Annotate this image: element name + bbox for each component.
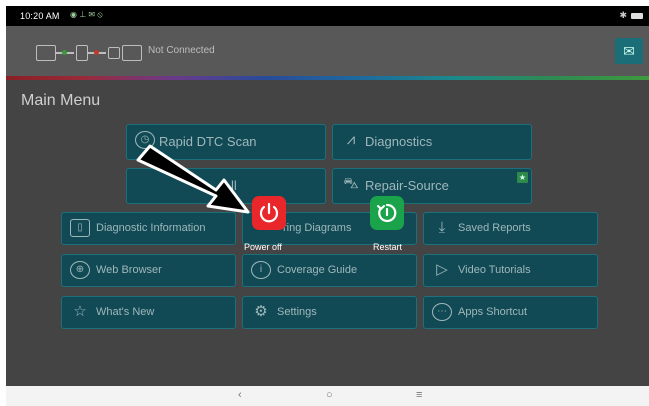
screen: 10:20 AM ◉ ⊥ ✉ ⦸ ✱ Not Connected ✉ Main … — [6, 6, 649, 406]
power-icon — [259, 202, 279, 223]
power-off-button[interactable] — [252, 196, 286, 230]
tablet-device: 10:20 AM ◉ ⊥ ✉ ⦸ ✱ Not Connected ✉ Main … — [6, 6, 649, 406]
annotation-arrow — [136, 144, 250, 214]
back-icon[interactable]: ‹ — [238, 389, 242, 401]
restart-button[interactable] — [370, 196, 404, 230]
restart-icon — [377, 203, 397, 223]
system-nav-bar: ‹ ○ ≡ — [6, 386, 649, 406]
power-off-label: Power off — [244, 242, 282, 252]
home-icon[interactable]: ○ — [326, 389, 333, 401]
restart-label: Restart — [373, 242, 403, 252]
recents-icon[interactable]: ≡ — [416, 389, 422, 401]
